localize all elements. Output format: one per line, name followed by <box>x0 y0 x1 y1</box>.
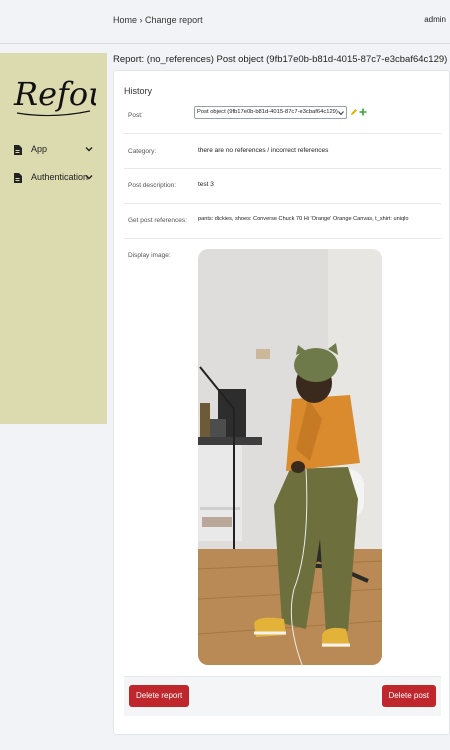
page-title: Report: (no_references) Post object (9fb… <box>113 54 448 65</box>
user-menu[interactable]: admin <box>424 15 446 24</box>
category-value: there are no references / incorrect refe… <box>198 147 329 154</box>
display-image <box>198 249 382 665</box>
svg-text:Refout: Refout <box>13 75 96 113</box>
sidebar-item-label: Authentication <box>31 172 89 182</box>
delete-post-button[interactable]: Delete post <box>381 685 436 707</box>
category-label: Category: <box>128 148 157 155</box>
delete-report-button[interactable]: Delete report <box>129 685 190 707</box>
sidebar-item-authentication[interactable]: Authentication <box>13 170 93 186</box>
description-value: test 3 <box>198 181 214 188</box>
plus-icon[interactable] <box>359 108 367 116</box>
post-select[interactable]: Post object (9fb17e0b-b81d-4015-87c7-e3c… <box>194 106 347 119</box>
row-divider <box>124 168 441 169</box>
top-bar: Home › Change report admin <box>0 0 450 44</box>
document-icon <box>14 145 22 155</box>
breadcrumb-current: Change report <box>145 15 203 25</box>
row-divider <box>124 133 441 134</box>
sidebar-item-label: App <box>31 144 48 154</box>
description-label: Post description: <box>128 182 177 189</box>
chevron-down-icon <box>338 111 344 116</box>
refout-logo: Refout <box>12 67 122 123</box>
image-label: Display image: <box>128 252 171 259</box>
post-label: Post: <box>128 112 143 119</box>
chevron-down-icon <box>85 175 93 180</box>
document-icon <box>14 173 22 183</box>
sidebar: Refout App Authentication <box>0 53 122 424</box>
pencil-icon[interactable] <box>350 108 358 116</box>
row-divider <box>124 238 441 239</box>
submit-row: Delete report Delete post <box>124 676 441 716</box>
chevron-down-icon <box>85 147 93 152</box>
sidebar-item-app[interactable]: App <box>13 142 93 158</box>
change-form: History Post: Post object (9fb17e0b-b81d… <box>113 70 450 735</box>
breadcrumb-separator: › <box>139 15 143 25</box>
breadcrumb-home-link[interactable]: Home <box>113 15 137 25</box>
post-select-value: Post object (9fb17e0b-b81d-4015-87c7-e3c… <box>197 109 338 115</box>
references-label: Get post references: <box>128 217 187 224</box>
fieldset-title: History <box>124 86 153 96</box>
row-divider <box>124 203 441 204</box>
references-value: pants: dickies, shoes: Converse Chuck 70… <box>198 216 409 222</box>
breadcrumb: Home › Change report <box>113 15 203 25</box>
